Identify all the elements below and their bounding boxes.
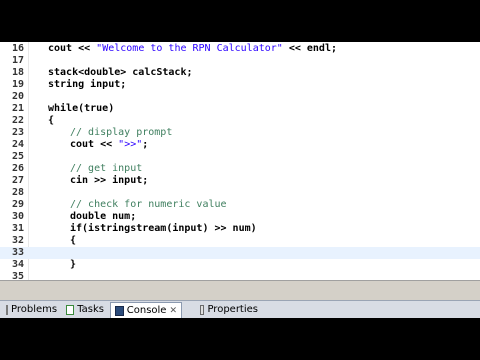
panel-separator[interactable] [0,280,480,301]
line-number: 24 [11,139,24,150]
line-number: 17 [11,55,24,66]
code-line[interactable]: 19 string input; [0,79,480,91]
line-number: 18 [11,67,24,78]
code-token: while(true) [48,103,115,114]
code-line[interactable]: 33 [0,247,480,259]
code-text: // display prompt [70,127,172,139]
tab-problems[interactable]: Problems [2,302,60,318]
code-text: // check for numeric value [70,199,227,211]
code-text: if(istringstream(input) >> num) [70,223,257,235]
code-line[interactable]: 31 if(istringstream(input) >> num) [0,223,480,235]
code-line[interactable]: 23 // display prompt [0,127,480,139]
line-number: 30 [11,211,24,222]
bottom-panel-tab-bar: Problems Tasks Console ✕ Properties [0,300,480,319]
code-text: while(true) [48,103,114,115]
code-text: string input; [48,79,126,91]
code-token: string input; [48,79,127,90]
line-number: 33 [11,247,24,258]
tab-tasks[interactable]: Tasks [62,302,108,318]
code-token: { [70,235,77,246]
code-text: } [70,259,76,271]
string-literal: ">>" [118,139,143,150]
code-line[interactable]: 26 // get input [0,163,480,175]
line-number: 19 [11,79,24,90]
code-text: cout << "Welcome to the RPN Calculator" … [48,43,337,55]
code-token: stack<double> calcStack; [48,67,193,78]
code-line[interactable]: 20 [0,91,480,103]
code-text: // get input [70,163,142,175]
code-token: cout << [70,139,119,150]
line-number: 28 [11,187,24,198]
code-line[interactable]: 35 [0,271,480,280]
code-token: cin >> input; [70,175,149,186]
code-line[interactable]: 34} [0,259,480,271]
line-number: 20 [11,91,24,102]
tab-console-label: Console [126,304,167,316]
tab-problems-label: Problems [11,304,58,315]
video-letterbox-bottom [0,318,480,360]
code-text: double num; [70,211,136,223]
code-token: } [70,259,77,270]
code-line[interactable]: 28 [0,187,480,199]
line-number: 32 [11,235,24,246]
line-number: 26 [11,163,24,174]
code-token: << endl; [282,43,337,54]
code-text: cin >> input; [70,175,148,187]
code-line[interactable]: 16 cout << "Welcome to the RPN Calculator… [0,43,480,55]
code-text: cout << ">>"; [70,139,148,151]
code-token: if(istringstream(input) >> num) [70,223,257,234]
line-number: 16 [11,43,24,54]
line-number: 22 [11,115,24,126]
line-number: 27 [11,175,24,186]
tasks-icon [66,305,75,315]
code-comment: // get input [70,163,143,174]
tab-console[interactable]: Console ✕ [110,302,182,318]
code-token: { [48,115,55,126]
code-text: { [48,115,54,127]
line-number: 21 [11,103,24,114]
tab-tasks-label: Tasks [77,304,104,315]
code-comment: // check for numeric value [70,199,227,210]
code-token: ; [142,139,149,150]
code-line[interactable]: 24 cout << ">>"; [0,139,480,151]
code-line[interactable]: 27 cin >> input; [0,175,480,187]
close-icon[interactable]: ✕ [169,303,177,319]
line-number: 35 [11,271,24,280]
code-token: double num; [70,211,137,222]
line-number: 31 [11,223,24,234]
video-letterbox-top [0,0,480,42]
tab-properties[interactable]: Properties [196,302,262,318]
code-line[interactable]: 29 // check for numeric value [0,199,480,211]
console-icon [115,305,124,316]
tab-properties-label: Properties [207,304,258,315]
line-number: 23 [11,127,24,138]
code-line[interactable]: 25 [0,151,480,163]
code-line[interactable]: 21 while(true) [0,103,480,115]
code-text: stack<double> calcStack; [48,67,193,79]
line-number: 34 [11,259,24,270]
problems-icon [6,305,8,315]
code-line[interactable]: 32 { [0,235,480,247]
code-line[interactable]: 30 double num; [0,211,480,223]
properties-icon [200,305,205,315]
string-literal: "Welcome to the RPN Calculator" [96,43,283,54]
code-token: cout << [48,43,97,54]
line-number: 29 [11,199,24,210]
code-line[interactable]: 22 { [0,115,480,127]
code-text: { [70,235,76,247]
line-number: 25 [11,151,24,162]
code-editor[interactable]: 16 cout << "Welcome to the RPN Calculator… [0,42,480,280]
code-comment: // display prompt [70,127,173,138]
code-line[interactable]: 17 [0,55,480,67]
code-line[interactable]: 18 stack<double> calcStack; [0,67,480,79]
